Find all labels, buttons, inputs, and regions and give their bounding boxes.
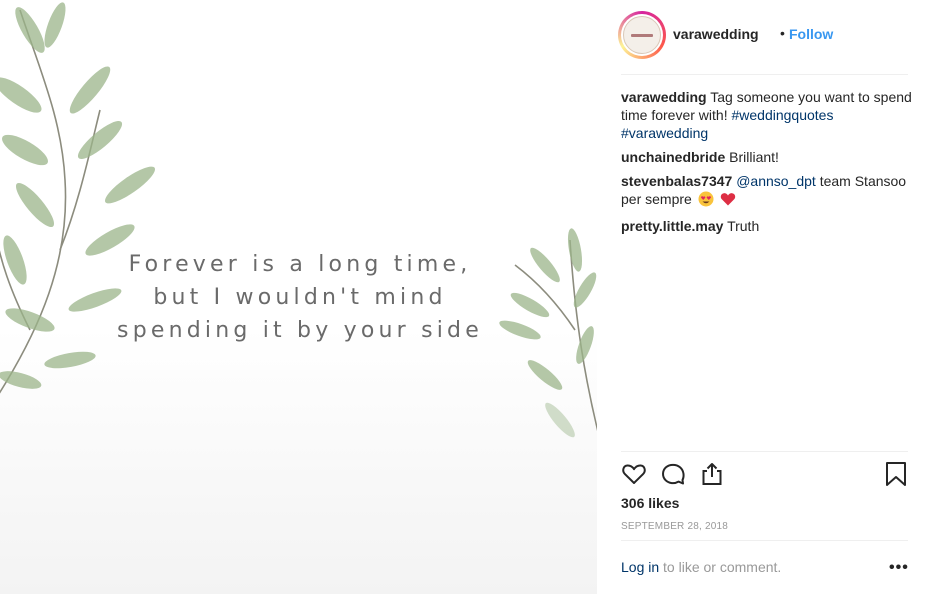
login-prompt: Log in to like or comment.	[621, 559, 781, 575]
post-image[interactable]: Forever is a long time, but I wouldn't m…	[0, 0, 597, 594]
comment-item: pretty.little.may Truth	[621, 217, 913, 235]
share-icon[interactable]	[699, 461, 725, 492]
avatar-image	[623, 16, 661, 54]
divider	[621, 451, 908, 452]
post-sidebar: varawedding • Follow varawedding Tag som…	[597, 0, 929, 594]
login-prompt-text: to like or comment.	[663, 559, 782, 575]
follow-button[interactable]: Follow	[789, 26, 833, 42]
avatar[interactable]	[618, 11, 666, 59]
action-bar	[621, 461, 909, 489]
comment-text: Truth	[727, 218, 760, 234]
more-options-icon[interactable]: •••	[889, 559, 909, 577]
comments-list: varawedding Tag someone you want to spen…	[621, 88, 913, 241]
comment-username[interactable]: unchainedbride	[621, 149, 725, 165]
comment-icon[interactable]	[660, 461, 686, 492]
heart-eyes-emoji-icon	[698, 191, 714, 211]
mention-link[interactable]: @annso_dpt	[736, 173, 816, 189]
quote-line: but I wouldn't mind	[153, 285, 447, 310]
post-header: varawedding • Follow	[618, 11, 906, 59]
comment-item: unchainedbride Brilliant!	[621, 148, 913, 166]
comment-username[interactable]: pretty.little.may	[621, 218, 723, 234]
likes-count[interactable]: 306 likes	[621, 495, 679, 511]
comment-username[interactable]: varawedding	[621, 89, 707, 105]
bookmark-icon[interactable]	[885, 461, 907, 492]
login-link[interactable]: Log in	[621, 559, 659, 575]
red-heart-emoji-icon	[720, 191, 736, 211]
caption: varawedding Tag someone you want to spen…	[621, 88, 913, 142]
divider	[621, 74, 908, 75]
post-quote: Forever is a long time, but I wouldn't m…	[60, 248, 540, 347]
hashtag[interactable]: #weddingquotes	[731, 107, 833, 123]
post-date: SEPTEMBER 28, 2018	[621, 521, 728, 532]
comment-text: Brilliant!	[729, 149, 779, 165]
comment-item: stevenbalas7347 @annso_dpt team Stansoo …	[621, 172, 913, 211]
header-username[interactable]: varawedding	[673, 26, 759, 42]
hashtag[interactable]: #varawedding	[621, 125, 708, 141]
heart-icon[interactable]	[621, 461, 647, 492]
comment-username[interactable]: stevenbalas7347	[621, 173, 732, 189]
quote-line: spending it by your side	[117, 318, 483, 343]
quote-line: Forever is a long time,	[128, 252, 472, 277]
header-separator: •	[780, 25, 785, 41]
divider	[621, 540, 908, 541]
